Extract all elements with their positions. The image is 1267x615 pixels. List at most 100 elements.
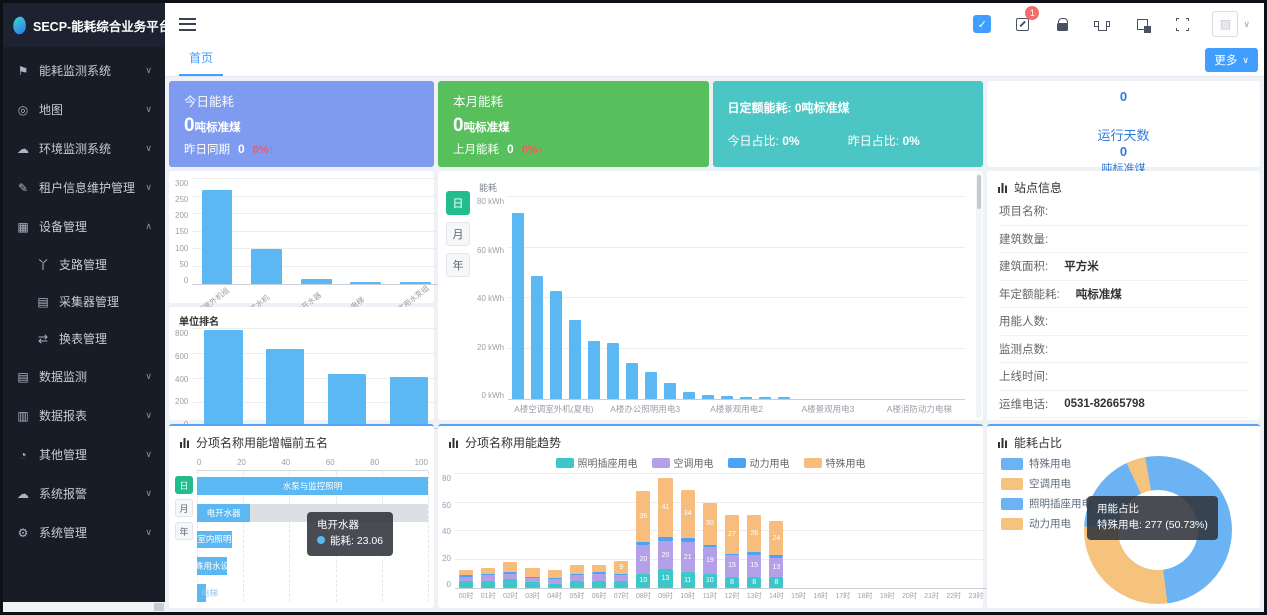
- vertical-scrollbar[interactable]: [976, 173, 982, 418]
- more-button[interactable]: 更多 ∨: [1205, 48, 1258, 72]
- sidebar-subitem-label: 支路管理: [59, 256, 107, 273]
- bar-slot: 81527: [721, 474, 743, 588]
- bar: [328, 374, 366, 428]
- sidebar-item-system-mgmt[interactable]: ⚙系统管理∨: [3, 513, 165, 552]
- tab-home[interactable]: 首页: [179, 42, 223, 76]
- x-tick-label: 22时: [943, 591, 965, 602]
- x-tick-label: 01时: [477, 591, 499, 602]
- toggle-月[interactable]: 月: [175, 499, 193, 517]
- sidebar-horizontal-scrollbar[interactable]: [3, 602, 165, 612]
- toggle-年[interactable]: 年: [446, 253, 470, 277]
- y-tick-label: 0: [184, 276, 188, 285]
- branch-energy-chart[interactable]: 300250200150100500空调室外机组饮水机电开水器电梯生活饮用水泵组: [175, 179, 440, 311]
- bar-slot: [898, 474, 920, 588]
- lock-icon[interactable]: [1052, 14, 1072, 34]
- bar-chart-icon: [997, 182, 1009, 194]
- y-tick-label: 20 kWh: [477, 343, 504, 352]
- donut-chart[interactable]: 特殊用电空调用电照明插座用电动力用电 用能占比 特殊用电: 277 (50.73…: [987, 452, 1260, 608]
- bar-segment: 8: [769, 577, 783, 588]
- toggle-日[interactable]: 日: [175, 476, 193, 494]
- scrollbar-thumb[interactable]: [154, 603, 164, 611]
- bar-slot: [717, 197, 736, 399]
- sidebar-item-data-report[interactable]: ▥数据报表∨: [3, 396, 165, 435]
- x-tick-label: A楼消防动力电梯: [874, 403, 965, 414]
- bar: [645, 372, 657, 399]
- trend-chart[interactable]: 8060402009102036132041112134101930815278…: [442, 474, 987, 602]
- sidebar-item-other-mgmt[interactable]: ◔其他管理∨: [3, 435, 165, 474]
- sidebar-item-env-monitor[interactable]: ☁环境监测系统∨: [3, 129, 165, 168]
- bar-segment: [614, 581, 628, 588]
- y-tick-label: 250: [175, 195, 188, 204]
- bar-segment: [592, 574, 606, 581]
- bar-slot: [927, 197, 946, 399]
- bar-segment: [481, 568, 495, 574]
- bar-slot: 81526: [743, 474, 765, 588]
- toggle-日[interactable]: 日: [446, 191, 470, 215]
- bar-slot: 132041: [654, 474, 676, 588]
- data-report-icon: ▥: [16, 409, 30, 423]
- bar-slot: 112134: [677, 474, 699, 588]
- sidebar-item-device-mgmt[interactable]: ▦设备管理∧: [3, 207, 165, 246]
- bar-segment: 10: [636, 574, 650, 588]
- y-tick-label: 20: [442, 554, 451, 563]
- bar: [664, 383, 676, 399]
- sidebar-item-tenant-info[interactable]: ✎租户信息维护管理∨: [3, 168, 165, 207]
- message-icon[interactable]: ✓: [972, 14, 992, 34]
- scrollbar-thumb[interactable]: [977, 175, 981, 209]
- bar: [512, 213, 524, 399]
- theme-icon[interactable]: [1092, 14, 1112, 34]
- fullscreen-icon[interactable]: [1172, 14, 1192, 34]
- legend-label: 动力用电: [1029, 516, 1071, 531]
- sidebar-subitem-label: 采集器管理: [59, 293, 119, 310]
- bar-segment: 9: [614, 561, 628, 574]
- sidebar-item-map[interactable]: ◎地图∨: [3, 90, 165, 129]
- stacked-bar: 101930: [703, 474, 717, 588]
- legend-item[interactable]: 空调用电: [1001, 476, 1092, 491]
- legend-item[interactable]: 特殊用电: [804, 455, 866, 470]
- sidebar-item-label: 系统管理: [39, 524, 87, 541]
- sidebar-item-energy-monitor[interactable]: ⚑能耗监测系统∨: [3, 51, 165, 90]
- sidebar-subitem-meter-swap-mgmt[interactable]: ⇄换表管理: [3, 320, 165, 357]
- stacked-bar: [548, 474, 562, 588]
- card-daily-quota: 日定额能耗: 0吨标准煤 今日占比: 0% 昨日占比: 0%: [713, 81, 984, 167]
- legend-item[interactable]: 照明插座用电: [1001, 496, 1092, 511]
- bar-slot: [832, 197, 851, 399]
- sidebar-item-system-alarm[interactable]: ☁系统报警∨: [3, 474, 165, 513]
- tabbar: 首页 更多 ∨: [165, 45, 1264, 77]
- bar-slot: [794, 197, 813, 399]
- bar-slot: [679, 197, 698, 399]
- sidebar-subitem-branch-mgmt[interactable]: 丫支路管理: [3, 246, 165, 283]
- bar-segment: [570, 581, 584, 588]
- copy-icon[interactable]: [1132, 14, 1152, 34]
- sidebar-subitem-collector-mgmt[interactable]: ▤采集器管理: [3, 283, 165, 320]
- legend-item[interactable]: 动力用电: [728, 455, 790, 470]
- bar-segment: [525, 582, 539, 588]
- menu-collapse-icon[interactable]: [179, 18, 196, 31]
- bar-segment: 24: [769, 521, 783, 555]
- plot-area: [508, 197, 965, 400]
- chevron-down-icon: ∨: [145, 104, 152, 115]
- changelog-icon[interactable]: 1: [1012, 14, 1032, 34]
- toggle-年[interactable]: 年: [175, 522, 193, 540]
- bar-slot: [641, 197, 660, 399]
- stacked-bar: 81527: [725, 474, 739, 588]
- bar: [721, 396, 733, 399]
- right-column: 站点信息 项目名称:建筑数量:建筑面积:平方米年定额能耗:吨标准煤用能人数:监测…: [987, 171, 1260, 420]
- main-energy-chart[interactable]: 80 kWh60 kWh40 kWh20 kWh0 kWhA楼空调室外机(夏电)…: [477, 197, 965, 414]
- sidebar-item-data-monitor[interactable]: ▤数据监测∨: [3, 357, 165, 396]
- x-tick-label: A楼景观用电2: [691, 403, 782, 414]
- legend-item[interactable]: 照明插座用电: [556, 455, 638, 470]
- legend-item[interactable]: 空调用电: [652, 455, 714, 470]
- gridline: [428, 471, 429, 602]
- legend-item[interactable]: 动力用电: [1001, 516, 1092, 531]
- bar-slot: [737, 197, 756, 399]
- sidebar: SECP-能耗综合业务平台 ⚑能耗监测系统∨◎地图∨☁环境监测系统∨✎租户信息维…: [3, 3, 165, 612]
- bar-slot: [508, 197, 527, 399]
- series-dot: [317, 536, 325, 544]
- stacked-bar: [791, 474, 805, 588]
- y-axis-name: 能耗: [479, 181, 965, 194]
- user-menu[interactable]: ▨ ∨: [1212, 11, 1250, 37]
- site-info-row: 年定额能耗:吨标准煤: [999, 281, 1248, 309]
- toggle-月[interactable]: 月: [446, 222, 470, 246]
- legend-item[interactable]: 特殊用电: [1001, 456, 1092, 471]
